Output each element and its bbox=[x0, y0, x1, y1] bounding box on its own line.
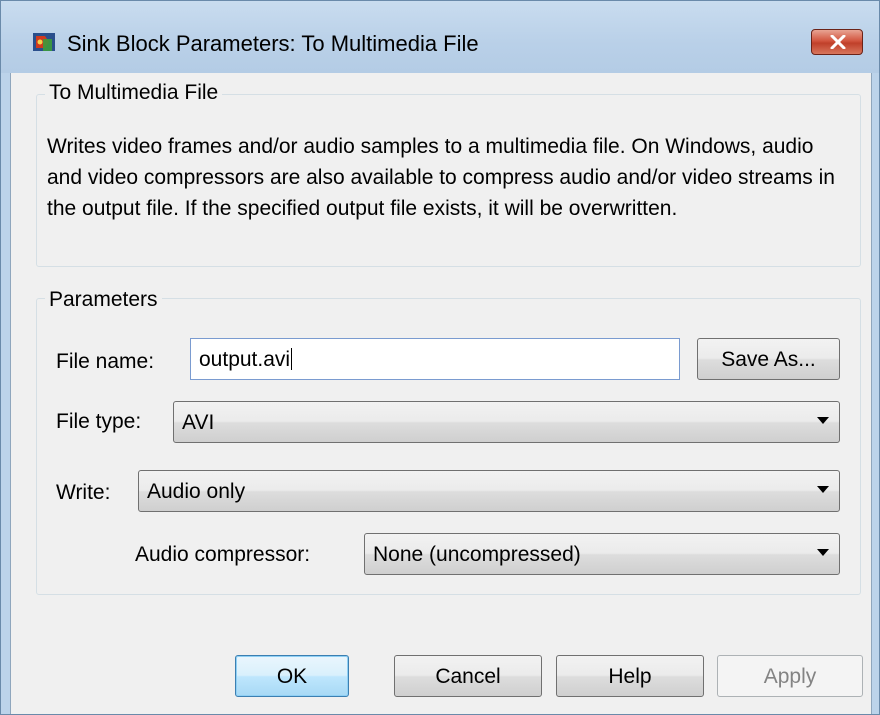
title-bar[interactable]: Sink Block Parameters: To Multimedia Fil… bbox=[1, 1, 879, 73]
write-value: Audio only bbox=[147, 480, 246, 503]
simulink-block-icon bbox=[33, 31, 55, 53]
dialog-window: Sink Block Parameters: To Multimedia Fil… bbox=[0, 0, 880, 715]
help-button[interactable]: Help bbox=[556, 655, 704, 697]
window-title: Sink Block Parameters: To Multimedia Fil… bbox=[67, 31, 479, 56]
audio-compressor-label: Audio compressor: bbox=[135, 543, 311, 566]
close-button[interactable] bbox=[811, 29, 863, 55]
write-label: Write: bbox=[56, 481, 111, 504]
write-dropdown[interactable]: Audio only bbox=[138, 470, 840, 512]
cancel-button[interactable]: Cancel bbox=[394, 655, 542, 697]
close-icon bbox=[830, 35, 846, 49]
block-group-title: To Multimedia File bbox=[45, 81, 223, 105]
ok-button[interactable]: OK bbox=[235, 655, 349, 697]
apply-button[interactable]: Apply bbox=[717, 655, 863, 697]
chevron-down-icon bbox=[817, 549, 829, 556]
file-type-value: AVI bbox=[182, 411, 215, 434]
audio-compressor-dropdown[interactable]: None (uncompressed) bbox=[364, 533, 840, 575]
file-name-input[interactable]: output.avi bbox=[190, 338, 680, 380]
parameters-group-title: Parameters bbox=[45, 288, 162, 312]
chevron-down-icon bbox=[817, 417, 829, 424]
block-description: Writes video frames and/or audio samples… bbox=[47, 135, 835, 220]
text-caret bbox=[291, 348, 293, 370]
audio-compressor-value: None (uncompressed) bbox=[373, 543, 581, 566]
file-name-label: File name: bbox=[56, 350, 155, 373]
file-type-label: File type: bbox=[56, 410, 142, 433]
chevron-down-icon bbox=[817, 486, 829, 493]
save-as-button[interactable]: Save As... bbox=[697, 338, 840, 380]
file-type-dropdown[interactable]: AVI bbox=[173, 401, 840, 443]
file-name-value: output.avi bbox=[199, 348, 291, 371]
